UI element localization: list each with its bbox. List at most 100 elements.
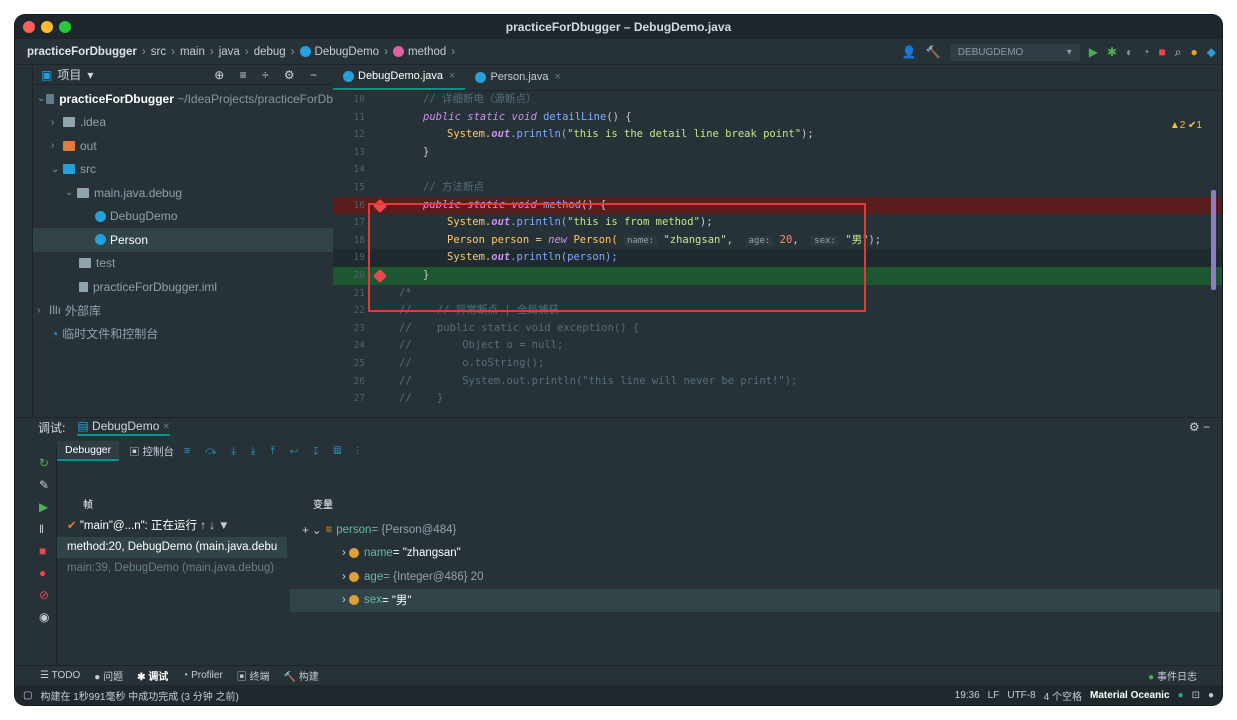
window-title: practiceForDbugger – DebugDemo.java	[505, 20, 732, 34]
project-tree: ⌄ practiceForDbugger ~/IdeaProjects/pract…	[33, 85, 333, 346]
code-line: 26// System.out.println("this line will …	[353, 374, 798, 387]
var-row-age[interactable]: › age = {Integer@486} 20	[290, 565, 1220, 589]
breadcrumb-item-class[interactable]: DebugDemo	[315, 46, 380, 58]
tab-debugger[interactable]: Debugger	[57, 441, 120, 461]
panel-actions-icon[interactable]: ⊕ ≡ ÷ ⚙ −	[214, 68, 323, 82]
rerun-icon[interactable]: ↻	[39, 452, 56, 474]
tree-item-src[interactable]: ⌄ src	[33, 158, 333, 182]
tree-item-debugdemo[interactable]: DebugDemo	[33, 205, 333, 229]
debug-icon[interactable]: ✱	[1107, 45, 1117, 59]
folder-icon	[63, 117, 75, 128]
debug-side-toolbar: ↻ ✎ ▶ ‖ ■ ● ⊘ ◉	[15, 446, 57, 666]
tree-item-idea[interactable]: › .idea	[33, 111, 333, 135]
settings-icon[interactable]: ⚙ −	[1189, 420, 1210, 434]
plugin-icon[interactable]: ◆	[1207, 45, 1216, 59]
theme-icon: ●	[1177, 689, 1184, 701]
tree-item-out[interactable]: › out	[33, 134, 333, 158]
tab-profiler[interactable]: ◔ Profiler	[182, 670, 223, 681]
close-window-button[interactable]	[23, 21, 35, 33]
tab-build[interactable]: 🔨 构建	[284, 668, 319, 683]
folder-icon	[79, 258, 91, 269]
tree-item-iml[interactable]: practiceForDbugger.iml	[33, 275, 333, 299]
code-line: 13}	[353, 145, 430, 158]
tree-item-external-libs[interactable]: › Illı 外部库	[33, 299, 333, 323]
scratch-icon: ◔	[51, 326, 59, 341]
minimize-window-button[interactable]	[41, 21, 53, 33]
stop-debug-icon[interactable]: ■	[39, 540, 56, 562]
project-icon: ▣	[41, 67, 53, 82]
breadcrumb-item-src[interactable]: src	[151, 46, 166, 58]
folder-icon	[63, 140, 75, 151]
tab-todo[interactable]: ☰ TODO	[40, 670, 80, 681]
code-line: 11 public static void detailLine() {	[353, 110, 632, 123]
breadcrumb-item-main[interactable]: main	[180, 46, 205, 58]
tab-debug[interactable]: ✱ 调试	[137, 668, 168, 683]
notification-icon[interactable]: ●	[1208, 690, 1214, 701]
folder-icon	[45, 93, 55, 104]
search-icon[interactable]: ⌕	[1175, 45, 1182, 60]
vars-header: 变量	[313, 500, 333, 511]
var-row-person[interactable]: + ⌄ ≡ person = {Person@484}	[290, 518, 1220, 542]
line-separator[interactable]: LF	[988, 690, 1000, 701]
status-bar: ▢ 构建在 1秒991毫秒 中成功完成 (3 分钟 之前) 19:36 LF U…	[15, 685, 1222, 705]
code-line: 12 System.out.println("this is the detail…	[353, 128, 814, 141]
file-icon	[79, 281, 88, 292]
profile-icon[interactable]: ◔	[1142, 45, 1149, 59]
breadcrumb-item-method[interactable]: method	[408, 46, 446, 58]
code-editor: DebugDemo.java × Person.java × ▲2 ✔1 10// …	[333, 65, 1222, 417]
stop-icon[interactable]: ■	[1159, 45, 1166, 59]
var-row-name[interactable]: › name = "zhangsan"	[290, 542, 1220, 566]
tree-item-test[interactable]: test	[33, 252, 333, 276]
resume-icon[interactable]: ▶	[39, 496, 56, 518]
update-icon[interactable]: ●	[1191, 45, 1198, 59]
tab-terminal[interactable]: ▣ 终端	[237, 668, 270, 683]
scroll-marker[interactable]	[1211, 190, 1216, 290]
build-hammer-icon[interactable]: 🔨	[926, 45, 941, 59]
breadcrumb-item-project[interactable]: practiceForDbugger	[27, 46, 137, 58]
theme-name[interactable]: Material Oceanic	[1090, 690, 1169, 701]
class-icon	[299, 46, 311, 57]
package-icon	[77, 187, 89, 198]
title-bar: practiceForDbugger – DebugDemo.java	[15, 15, 1222, 39]
console-icon: ▤	[77, 418, 89, 433]
event-log-button[interactable]: ● 事件日志	[1148, 668, 1197, 683]
breadcrumb-item-debug[interactable]: debug	[254, 46, 286, 58]
tree-root[interactable]: ⌄ practiceForDbugger ~/IdeaProjects/pract…	[33, 87, 333, 111]
frame-item[interactable]: method:20, DebugDemo (main.java.debu	[57, 537, 287, 558]
code-line: 15// 方法断点	[353, 180, 484, 193]
status-icon: ▢	[23, 689, 33, 701]
pause-icon[interactable]: ‖	[39, 518, 56, 540]
project-panel-header: ▣ 项目 ▾ ⊕ ≡ ÷ ⚙ −	[33, 65, 333, 85]
tree-item-scratches[interactable]: ◔ 临时文件和控制台	[33, 322, 333, 346]
breadcrumb-item-java[interactable]: java	[219, 46, 240, 58]
coverage-icon[interactable]: ◐	[1126, 45, 1133, 59]
tab-problems[interactable]: ● 问题	[94, 668, 123, 683]
mute-breakpoints-icon[interactable]: ⊘	[39, 584, 56, 606]
var-row-sex[interactable]: › sex = "男"	[290, 588, 1220, 612]
close-icon[interactable]: ×	[555, 71, 561, 83]
tree-item-person[interactable]: Person	[33, 228, 333, 252]
encoding[interactable]: UTF-8	[1007, 690, 1035, 701]
tree-item-package[interactable]: ⌄ main.java.debug	[33, 181, 333, 205]
caret-position[interactable]: 19:36	[955, 690, 980, 701]
lock-icon[interactable]: ⊡	[1192, 690, 1200, 701]
zoom-window-button[interactable]	[59, 21, 71, 33]
tab-debugdemo[interactable]: DebugDemo.java ×	[333, 64, 466, 90]
modify-icon[interactable]: ✎	[39, 474, 56, 496]
tab-console[interactable]: ▣ 控制台	[129, 444, 174, 459]
frame-item[interactable]: main:39, DebugDemo (main.java.debug)	[57, 558, 287, 579]
thread-select[interactable]: ✔ "main"@...n": 正在运行 ↑ ↓ ▼	[57, 516, 287, 537]
close-icon[interactable]: ×	[449, 70, 455, 82]
run-config-select[interactable]: DEBUGDEMO ▾	[949, 43, 1080, 61]
step-controls[interactable]: ≡ ⤼ ⤓ ⤓ ⤒ ↩ ↧ ▦ ⫶	[184, 445, 365, 458]
user-icon[interactable]: 👤	[902, 45, 917, 59]
camera-icon[interactable]: ◉	[39, 606, 56, 628]
run-icon[interactable]: ▶	[1089, 45, 1098, 59]
indent[interactable]: 4 个空格	[1044, 688, 1082, 703]
debug-config-tab[interactable]: ▤ DebugDemo ×	[77, 418, 170, 436]
tab-person[interactable]: Person.java ×	[465, 64, 571, 90]
project-title[interactable]: 项目	[57, 66, 81, 83]
field-icon	[349, 571, 360, 582]
view-breakpoints-icon[interactable]: ●	[39, 562, 56, 584]
class-icon	[95, 210, 106, 222]
